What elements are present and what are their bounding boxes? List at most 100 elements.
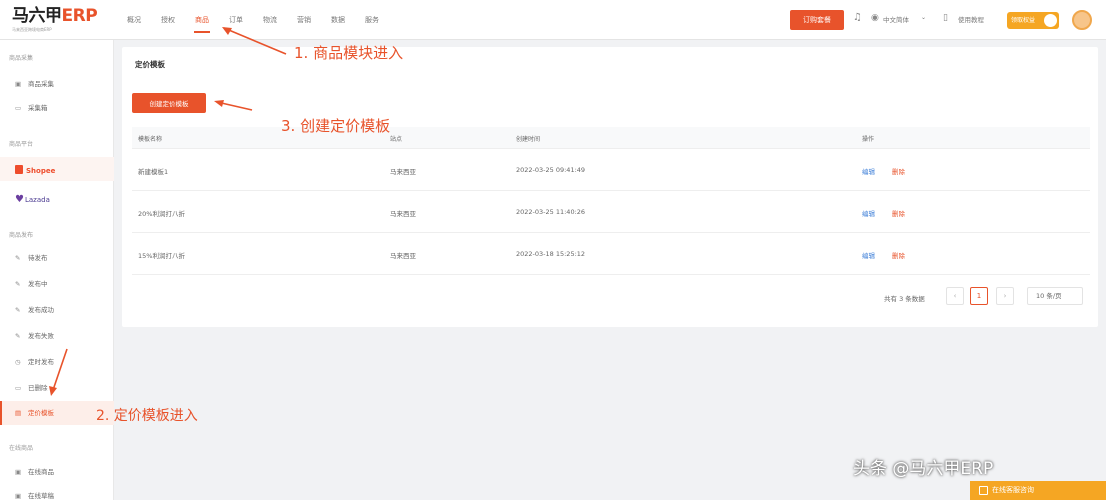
sidebar-group-platform: 商品平台	[9, 141, 34, 148]
pending-icon: ✎	[15, 254, 21, 262]
sidebar-item-label: 商品采集	[28, 80, 54, 88]
sidebar-item-scheduled[interactable]: ◷ 定时发布	[0, 350, 114, 374]
edit-link[interactable]: 编辑	[862, 208, 875, 218]
sidebar-item-label: 采集箱	[28, 104, 48, 112]
nav-products[interactable]: 商品	[190, 0, 214, 40]
sidebar-item-lazada[interactable]: ♥Lazada	[15, 194, 50, 205]
column-header-created: 创建时间	[516, 136, 541, 143]
annotation-step3: 3. 创建定价模板	[281, 117, 391, 135]
sidebar-item-label: 在线商品	[28, 468, 54, 476]
delete-link[interactable]: 删除	[892, 208, 905, 218]
online-icon: ▣	[15, 468, 22, 476]
annotation-step2: 2. 定价模板进入	[96, 408, 198, 424]
template-created: 2022-03-18 15:25:12	[516, 250, 586, 258]
sidebar-group-publish: 商品发布	[9, 232, 34, 239]
nav-data[interactable]: 数据	[326, 0, 350, 40]
collect-icon: ▣	[15, 80, 22, 88]
pricing-template-panel: 定价模板 创建定价模板 模板名称 站点 创建时间 操作 新建模板1 马来西亚 2…	[122, 47, 1098, 327]
sidebar-item-collect-box[interactable]: ▭ 采集箱	[0, 96, 114, 120]
template-name: 新建模板1	[138, 168, 169, 176]
template-site: 马来西亚	[390, 210, 416, 218]
sidebar-item-label: 已删除	[28, 384, 48, 392]
table-header: 模板名称 站点 创建时间 操作	[132, 127, 1090, 149]
top-navigation-bar: 马六甲ERP 马来西亚跨境电商ERP 概况 授权 商品 订单 物流 营销 数据 …	[0, 0, 1106, 40]
edit-link[interactable]: 编辑	[862, 166, 875, 176]
table-row: 15%利润打八折 马来西亚 2022-03-18 15:25:12 编辑 删除	[132, 233, 1090, 275]
bell-icon[interactable]: ♫	[853, 12, 862, 23]
sidebar-item-publishing[interactable]: ✎ 发布中	[0, 272, 114, 296]
shopee-bag-icon	[15, 165, 23, 174]
order-plan-button[interactable]: 订购套餐	[790, 10, 844, 30]
sidebar-group-online: 在线商品	[9, 445, 34, 452]
sidebar-item-label: 在线草稿	[28, 492, 54, 500]
success-icon: ✎	[15, 306, 21, 314]
column-header-name: 模板名称	[138, 136, 163, 143]
template-name: 15%利润打八折	[138, 252, 185, 260]
pagination-prev-button[interactable]: ‹	[946, 287, 964, 305]
sidebar-item-failed[interactable]: ✎ 发布失败	[0, 324, 114, 348]
online-support-button[interactable]: 在线客服咨询	[970, 481, 1106, 500]
annotation-step1: 1. 商品模块进入	[294, 44, 404, 62]
sidebar: 商品采集 ▣ 商品采集 ▭ 采集箱 商品平台 Shopee ♥Lazada 商品发布…	[0, 40, 114, 500]
template-created: 2022-03-25 09:41:49	[516, 166, 586, 174]
column-header-site: 站点	[390, 136, 403, 143]
column-header-actions: 操作	[862, 136, 875, 143]
box-icon: ▭	[15, 104, 22, 112]
toggle-knob	[1044, 14, 1057, 27]
logo[interactable]: 马六甲ERP 马来西亚跨境电商ERP	[12, 6, 98, 33]
template-name: 20%利润打八折	[138, 210, 185, 218]
sidebar-item-label: 发布成功	[28, 306, 54, 314]
draft-icon: ▣	[15, 492, 22, 500]
failed-icon: ✎	[15, 332, 21, 340]
sidebar-item-collect[interactable]: ▣ 商品采集	[0, 72, 114, 96]
sidebar-item-online-drafts[interactable]: ▣ 在线草稿	[0, 484, 114, 500]
publishing-icon: ✎	[15, 280, 21, 288]
nav-services[interactable]: 服务	[360, 0, 384, 40]
chat-icon	[979, 486, 988, 495]
vip-benefit-button[interactable]: 领取权益	[1007, 12, 1059, 29]
language-select[interactable]: 中文简体	[883, 14, 909, 24]
sidebar-item-label: 定价模板	[28, 409, 54, 417]
table-row: 新建模板1 马来西亚 2022-03-25 09:41:49 编辑 删除	[132, 149, 1090, 191]
sidebar-item-label: 定时发布	[28, 358, 54, 366]
table-row: 20%利润打八折 马来西亚 2022-03-25 11:40:26 编辑 删除	[132, 191, 1090, 233]
page-title: 定价模板	[135, 60, 165, 69]
create-pricing-template-button[interactable]: 创建定价模板	[132, 93, 206, 113]
nav-logistics[interactable]: 物流	[258, 0, 282, 40]
template-site: 马来西亚	[390, 168, 416, 176]
watermark: 头条 @马六甲ERP	[853, 459, 994, 479]
sidebar-item-label: 待发布	[28, 254, 48, 262]
sidebar-item-deleted[interactable]: ▭ 已删除	[0, 376, 114, 400]
book-icon: ▯	[943, 13, 948, 23]
template-created: 2022-03-25 11:40:26	[516, 208, 586, 216]
nav-authorization[interactable]: 授权	[156, 0, 180, 40]
sidebar-item-pending[interactable]: ✎ 待发布	[0, 246, 114, 270]
sidebar-group-collect: 商品采集	[9, 55, 34, 62]
nav-marketing[interactable]: 营销	[292, 0, 316, 40]
sidebar-item-label: 发布中	[28, 280, 48, 288]
globe-icon: ◉	[871, 13, 879, 23]
delete-link[interactable]: 删除	[892, 166, 905, 176]
nav-orders[interactable]: 订单	[224, 0, 248, 40]
template-site: 马来西亚	[390, 252, 416, 260]
avatar[interactable]	[1072, 10, 1092, 30]
shopee-logo: Shopee	[15, 165, 55, 175]
page-size-select[interactable]: 10 条/页	[1027, 287, 1083, 305]
chevron-down-icon: ⌄	[921, 14, 927, 21]
logo-erp: ERP	[61, 6, 98, 26]
sidebar-item-online-products[interactable]: ▣ 在线商品	[0, 460, 114, 484]
logo-brand: 马六甲	[12, 6, 62, 26]
pagination-total: 共有 3 条数据	[884, 295, 925, 303]
sidebar-item-success[interactable]: ✎ 发布成功	[0, 298, 114, 322]
edit-link[interactable]: 编辑	[862, 250, 875, 260]
pagination-next-button[interactable]: ›	[996, 287, 1014, 305]
logo-subtitle: 马来西亚跨境电商ERP	[12, 27, 52, 32]
pagination-page-1[interactable]: 1	[970, 287, 988, 305]
nav-overview[interactable]: 概况	[122, 0, 146, 40]
trash-icon: ▭	[15, 384, 22, 392]
sidebar-item-label: 发布失败	[28, 332, 54, 340]
tutorial-link[interactable]: 使用教程	[958, 14, 984, 24]
template-icon: ▤	[15, 409, 22, 417]
delete-link[interactable]: 删除	[892, 250, 905, 260]
lazada-heart-icon: ♥	[15, 194, 24, 205]
